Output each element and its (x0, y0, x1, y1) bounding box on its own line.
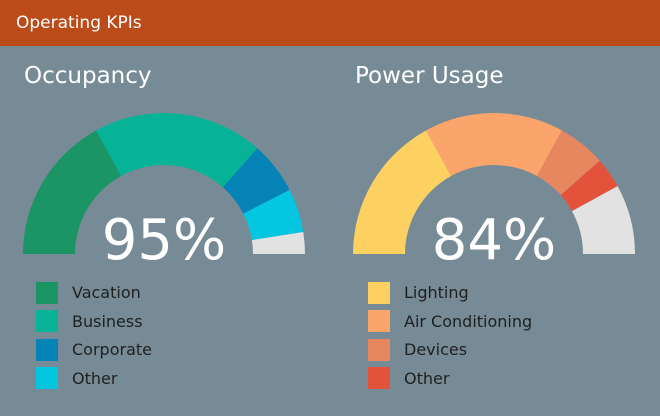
legend-swatch (368, 281, 390, 304)
legend-swatch (36, 367, 58, 389)
page-title: Operating KPIs (16, 13, 142, 33)
gauge-value-label: 95% (102, 208, 226, 273)
legend-label: Vacation (72, 283, 141, 302)
gauge-value-label: 84% (432, 208, 556, 273)
legend-swatch (368, 338, 390, 361)
occupancy-legend: Vacation Business Corporate Other (36, 281, 152, 396)
header-bar: Operating KPIs (0, 0, 660, 46)
occupancy-gauge: 95% (23, 113, 305, 273)
legend-swatch (368, 310, 390, 332)
power-usage-panel: Power Usage 84% Lighting Air Conditionin… (330, 46, 660, 416)
legend-item-corporate: Corporate (36, 338, 152, 361)
power-usage-legend: Lighting Air Conditioning Devices Other (368, 281, 533, 396)
legend-item-other: Other (368, 367, 532, 389)
legend-item-business: Business (36, 310, 152, 332)
legend-swatch (36, 338, 58, 361)
legend-item-other: Other (36, 367, 152, 389)
legend-label: Air Conditioning (404, 311, 533, 331)
occupancy-panel: Occupancy 95% Vacation Business Corporat… (0, 46, 330, 416)
legend-label: Other (72, 368, 118, 388)
legend-item-vacation: Vacation (36, 281, 152, 304)
gauge-segment-air-conditioning (426, 113, 562, 177)
legend-label: Business (72, 311, 143, 331)
legend-label: Other (404, 368, 450, 388)
legend-swatch (36, 281, 58, 304)
legend-item-lighting: Lighting (368, 281, 532, 304)
legend-label: Corporate (72, 340, 152, 359)
legend-item-devices: Devices (368, 338, 532, 361)
legend-label: Lighting (404, 283, 469, 302)
legend-swatch (36, 310, 58, 332)
legend-label: Devices (404, 340, 468, 359)
legend-swatch (368, 367, 390, 389)
power-usage-gauge: 84% (353, 113, 635, 273)
legend-item-air-conditioning: Air Conditioning (368, 310, 533, 332)
